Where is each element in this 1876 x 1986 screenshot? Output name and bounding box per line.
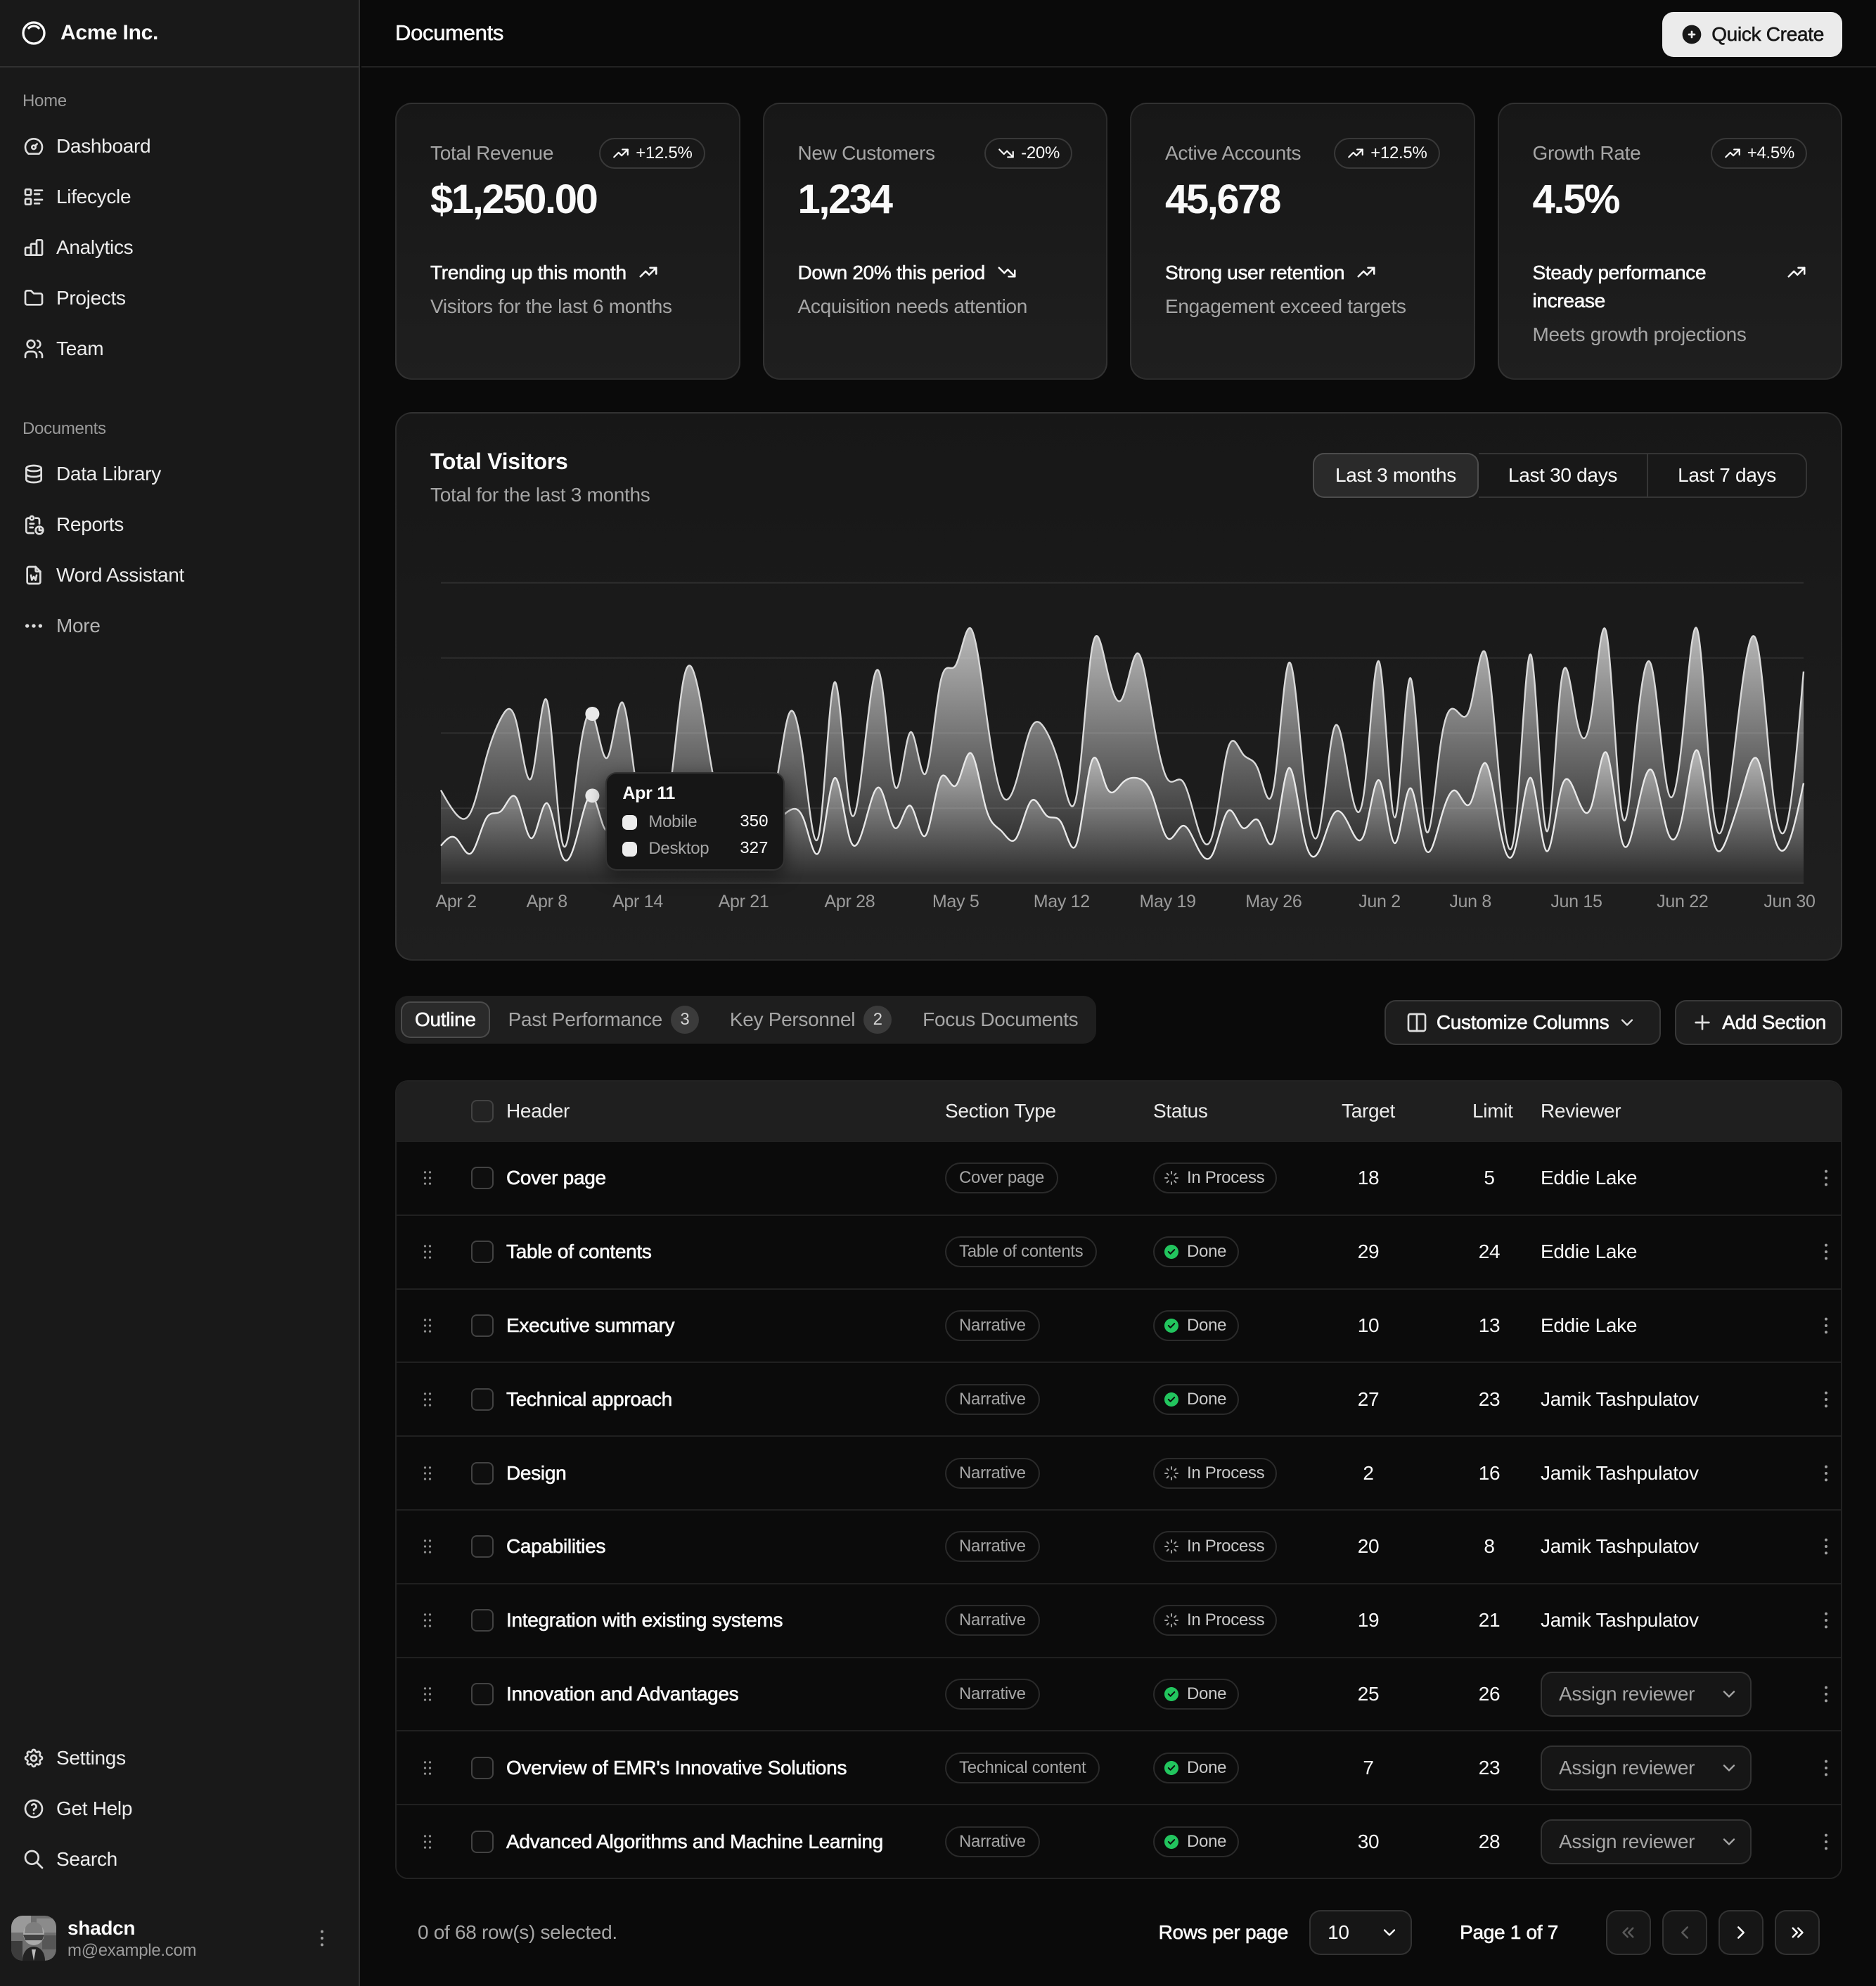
- svg-text:Apr 21: Apr 21: [719, 892, 769, 911]
- svg-text:May 5: May 5: [932, 892, 979, 911]
- svg-text:Jun 2: Jun 2: [1358, 892, 1401, 911]
- svg-text:Apr 2: Apr 2: [435, 892, 476, 911]
- svg-text:Apr 28: Apr 28: [824, 892, 875, 911]
- svg-text:Jun 8: Jun 8: [1449, 892, 1491, 911]
- svg-text:Apr 14: Apr 14: [612, 892, 663, 911]
- svg-text:Jun 30: Jun 30: [1763, 892, 1815, 911]
- svg-text:May 12: May 12: [1034, 892, 1090, 911]
- svg-text:Jun 22: Jun 22: [1657, 892, 1708, 911]
- svg-text:Jun 15: Jun 15: [1550, 892, 1602, 911]
- svg-text:May 26: May 26: [1245, 892, 1302, 911]
- svg-text:May 19: May 19: [1140, 892, 1196, 911]
- svg-text:Apr 8: Apr 8: [527, 892, 567, 911]
